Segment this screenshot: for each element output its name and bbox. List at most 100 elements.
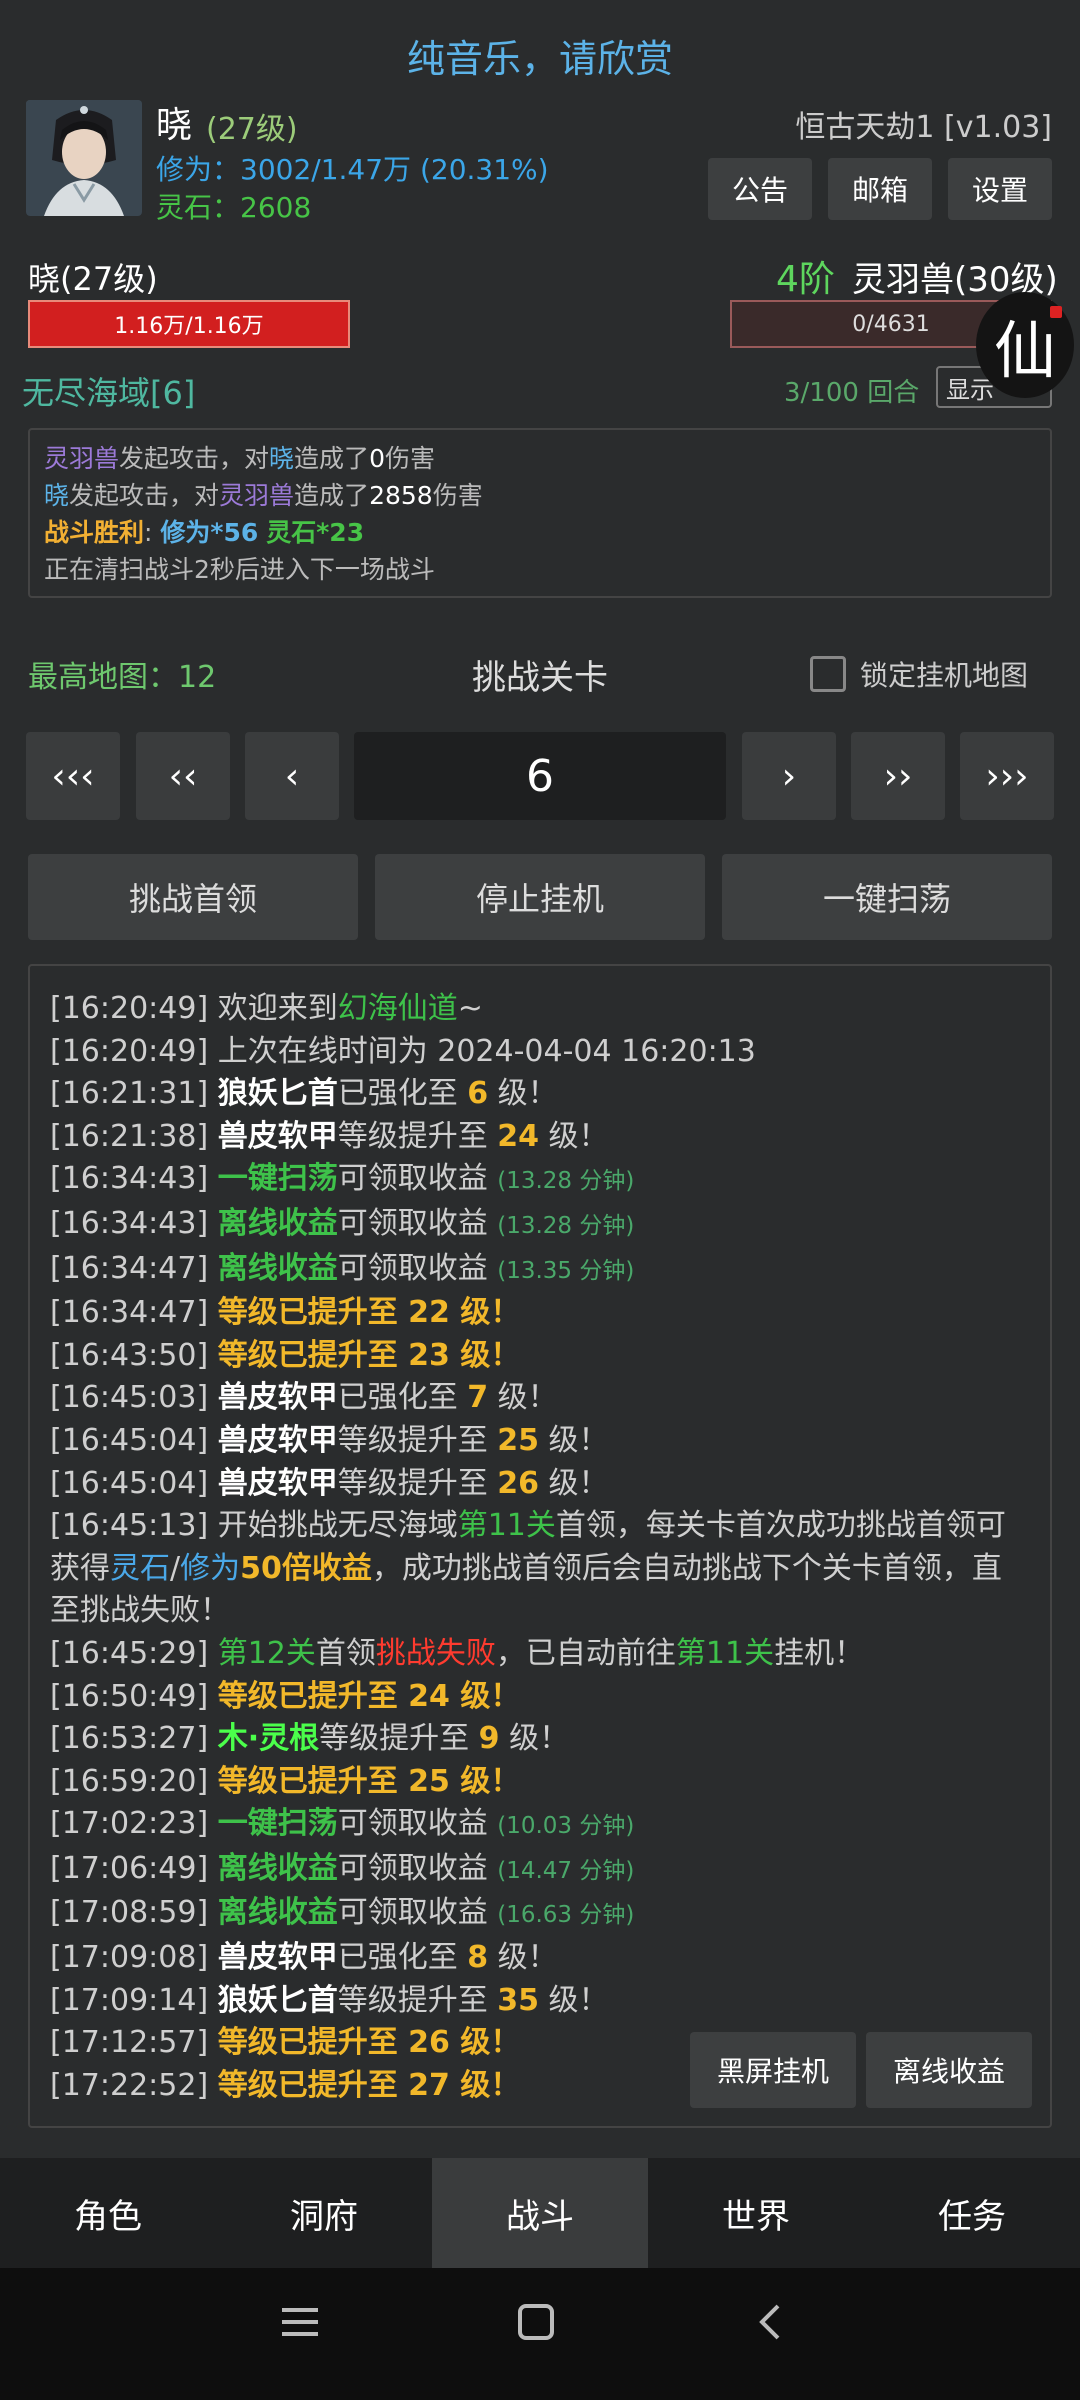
log-time: [16:53:27] bbox=[50, 1721, 209, 1757]
log-text: : bbox=[144, 518, 153, 547]
offline-earnings-button[interactable]: 离线收益 bbox=[866, 2032, 1032, 2108]
log-item: 离线收益 bbox=[217, 1205, 338, 1241]
log-line: [17:06:49] 离线收益可领取收益 (14.47 分钟) bbox=[50, 1848, 1030, 1893]
log-stage: 第11关 bbox=[457, 1508, 556, 1544]
log-time: [16:59:20] bbox=[50, 1763, 209, 1799]
log-time: [16:34:47] bbox=[50, 1250, 209, 1286]
lock-map-label[interactable]: 锁定挂机地图 bbox=[860, 654, 1028, 694]
tab-battle[interactable]: 战斗 bbox=[432, 2158, 648, 2268]
tab-character[interactable]: 角色 bbox=[0, 2158, 216, 2268]
log-line: [16:43:50] 等级已提升至 23 级！ bbox=[50, 1335, 1030, 1378]
log-levelup: 等级已提升至 27 级！ bbox=[217, 2067, 521, 2103]
log-line: [17:09:08] 兽皮软甲已强化至 8 级！ bbox=[50, 1937, 1030, 1980]
log-levelup: 等级已提升至 26 级！ bbox=[217, 2025, 521, 2061]
battle-log-line: 灵羽兽发起攻击，对晓造成了0伤害 bbox=[44, 440, 1036, 477]
player-name: 晓 bbox=[156, 105, 193, 146]
tab-world[interactable]: 世界 bbox=[648, 2158, 864, 2268]
log-text: 可领取收益 bbox=[337, 1850, 498, 1886]
log-bonus: 50倍收益 bbox=[240, 1550, 372, 1586]
log-note: (13.35 分钟) bbox=[497, 1257, 635, 1284]
log-item: 一键扫荡 bbox=[217, 1161, 338, 1197]
log-text: 发起攻击，对 bbox=[119, 444, 270, 473]
log-time: [16:34:47] bbox=[50, 1295, 209, 1331]
tab-cave[interactable]: 洞府 bbox=[216, 2158, 432, 2268]
badge-notification-dot bbox=[1050, 306, 1062, 318]
reward-spirit-stone: 灵石*23 bbox=[266, 518, 365, 547]
log-text: 已强化至 bbox=[337, 1076, 468, 1112]
log-text: 等级提升至 bbox=[337, 1982, 498, 2018]
log-text: 级！ bbox=[539, 1118, 609, 1154]
next-level-button[interactable]: › bbox=[742, 732, 836, 820]
first-level-button[interactable]: ‹‹‹ bbox=[26, 732, 120, 820]
log-number: 24 bbox=[497, 1118, 539, 1154]
log-time: [16:45:04] bbox=[50, 1465, 209, 1501]
log-note: (14.47 分钟) bbox=[497, 1857, 635, 1884]
player-battle-name: 晓(27级) bbox=[28, 260, 158, 298]
menu-icon[interactable] bbox=[260, 2300, 340, 2355]
log-text: 等级提升至 bbox=[319, 1721, 479, 1757]
log-note: (16.63 分钟) bbox=[497, 1902, 635, 1929]
log-line: [16:53:27] 木·灵根等级提升至 9 级！ bbox=[50, 1718, 1030, 1761]
one-click-sweep-button[interactable]: 一键扫荡 bbox=[722, 854, 1052, 940]
system-log[interactable]: [16:20:49] 欢迎来到幻海仙道~ [16:20:49] 上次在线时间为 … bbox=[28, 964, 1052, 2128]
log-highlight: 幻海仙道 bbox=[337, 991, 458, 1026]
black-screen-idle-button[interactable]: 黑屏挂机 bbox=[690, 2032, 856, 2108]
log-line: [16:50:49] 等级已提升至 24 级！ bbox=[50, 1676, 1030, 1719]
log-time: [16:34:43] bbox=[50, 1161, 209, 1197]
log-item: 狼妖匕首 bbox=[217, 1982, 338, 2018]
cultivation-stat: 修为：3002/1.47万 (20.31%) bbox=[156, 148, 549, 188]
mailbox-button[interactable]: 邮箱 bbox=[828, 158, 932, 220]
log-item: 兽皮软甲 bbox=[217, 1940, 338, 1976]
log-text: 可领取收益 bbox=[337, 1205, 498, 1241]
log-fail: 挑战失败 bbox=[375, 1635, 496, 1671]
lock-map-checkbox[interactable] bbox=[810, 656, 846, 692]
log-note: (10.03 分钟) bbox=[497, 1813, 635, 1840]
settings-button[interactable]: 设置 bbox=[948, 158, 1052, 220]
spirit-stone-label: 灵石： bbox=[156, 191, 241, 224]
log-target: 灵羽兽 bbox=[219, 481, 295, 510]
log-item: 兽皮软甲 bbox=[217, 1380, 338, 1416]
log-text: 首领 bbox=[315, 1635, 376, 1671]
log-text: 造成了 bbox=[294, 444, 370, 473]
log-number: 35 bbox=[497, 1982, 539, 2018]
log-line: [16:34:43] 离线收益可领取收益 (13.28 分钟) bbox=[50, 1203, 1030, 1248]
next-ten-button[interactable]: ›› bbox=[851, 732, 945, 820]
stop-idle-button[interactable]: 停止挂机 bbox=[375, 854, 705, 940]
player-avatar[interactable] bbox=[26, 100, 142, 216]
log-line: [16:45:04] 兽皮软甲等级提升至 26 级！ bbox=[50, 1463, 1030, 1506]
log-time: [16:45:13] bbox=[50, 1508, 209, 1544]
spirit-stone-stat: 灵石：2608 bbox=[156, 186, 311, 226]
log-time: [17:09:08] bbox=[50, 1940, 209, 1976]
log-text: 级！ bbox=[488, 1076, 558, 1112]
back-chevron-icon[interactable] bbox=[732, 2300, 812, 2355]
log-number: 26 bbox=[497, 1465, 539, 1501]
log-text: 造成了 bbox=[294, 481, 370, 510]
log-line: [16:45:29] 第12关首领挑战失败，已自动前往第11关挂机！ bbox=[50, 1633, 1030, 1676]
log-text: 欢迎来到 bbox=[208, 991, 338, 1026]
log-time: [16:20:49] bbox=[50, 1033, 209, 1069]
log-text: 伤害 bbox=[384, 444, 435, 473]
log-line: [16:34:47] 等级已提升至 22 级！ bbox=[50, 1292, 1030, 1335]
tab-tasks[interactable]: 任务 bbox=[864, 2158, 1080, 2268]
log-line: [16:21:38] 兽皮软甲等级提升至 24 级！ bbox=[50, 1116, 1030, 1159]
log-note: (13.28 分钟) bbox=[497, 1212, 635, 1239]
home-square-icon[interactable] bbox=[496, 2300, 576, 2355]
log-time: [16:34:43] bbox=[50, 1205, 209, 1241]
log-text: 可领取收益 bbox=[337, 1895, 498, 1931]
announcement-button[interactable]: 公告 bbox=[708, 158, 812, 220]
log-time: [16:45:29] bbox=[50, 1635, 209, 1671]
log-damage: 0 bbox=[369, 444, 385, 473]
last-level-button[interactable]: ››› bbox=[960, 732, 1054, 820]
log-text: 可领取收益 bbox=[337, 1161, 498, 1197]
log-item: 兽皮软甲 bbox=[217, 1118, 338, 1154]
log-item: 狼妖匕首 bbox=[217, 1076, 338, 1112]
log-time: [17:12:57] bbox=[50, 2025, 209, 2061]
enemy-stage: 4阶 bbox=[776, 259, 835, 300]
challenge-boss-button[interactable]: 挑战首领 bbox=[28, 854, 358, 940]
prev-ten-button[interactable]: ‹‹ bbox=[136, 732, 230, 820]
log-cultivation: 修为 bbox=[180, 1550, 241, 1586]
prev-level-button[interactable]: ‹ bbox=[245, 732, 339, 820]
log-text: 上次在线时间为 2024-04-04 16:20:13 bbox=[208, 1033, 756, 1069]
bottom-tab-bar: 角色 洞府 战斗 世界 任务 bbox=[0, 2158, 1080, 2268]
log-line: [16:34:47] 离线收益可领取收益 (13.35 分钟) bbox=[50, 1248, 1030, 1293]
